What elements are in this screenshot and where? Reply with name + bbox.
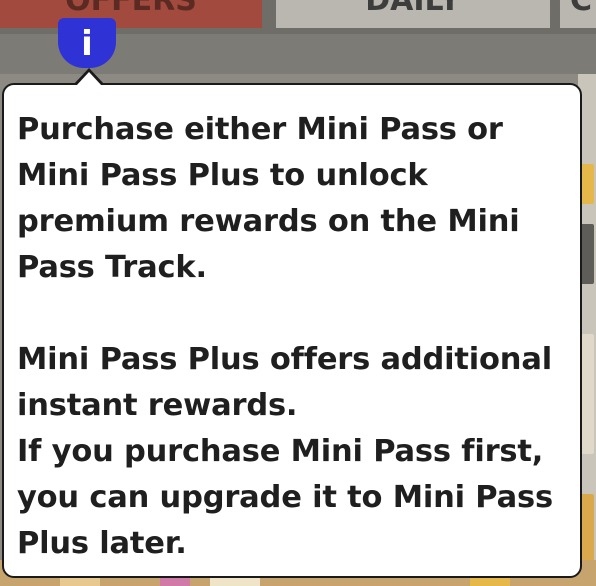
tooltip-pointer-fill <box>76 72 102 86</box>
background-decoration <box>580 224 594 284</box>
info-icon: i <box>81 24 93 64</box>
tab-extra-label: C <box>570 0 593 18</box>
background-decoration <box>580 334 594 454</box>
tab-daily[interactable]: DAILY <box>276 0 550 28</box>
tooltip-text-upgrade: If you purchase Mini Pass first, you can… <box>17 434 553 561</box>
tab-offers[interactable]: OFFERS <box>0 0 262 28</box>
tab-offers-label: OFFERS <box>65 0 197 18</box>
info-button[interactable]: i <box>58 18 116 68</box>
tooltip-text-unlock: Purchase either Mini Pass or Mini Pass P… <box>17 112 520 285</box>
background-decoration <box>580 494 594 564</box>
info-tooltip: Purchase either Mini Pass or Mini Pass P… <box>2 83 582 578</box>
background-decoration <box>580 164 594 204</box>
tooltip-text-plus-rewards: Mini Pass Plus offers additional instant… <box>17 342 552 423</box>
tab-daily-label: DAILY <box>365 0 461 18</box>
tab-extra[interactable]: C <box>560 0 596 28</box>
